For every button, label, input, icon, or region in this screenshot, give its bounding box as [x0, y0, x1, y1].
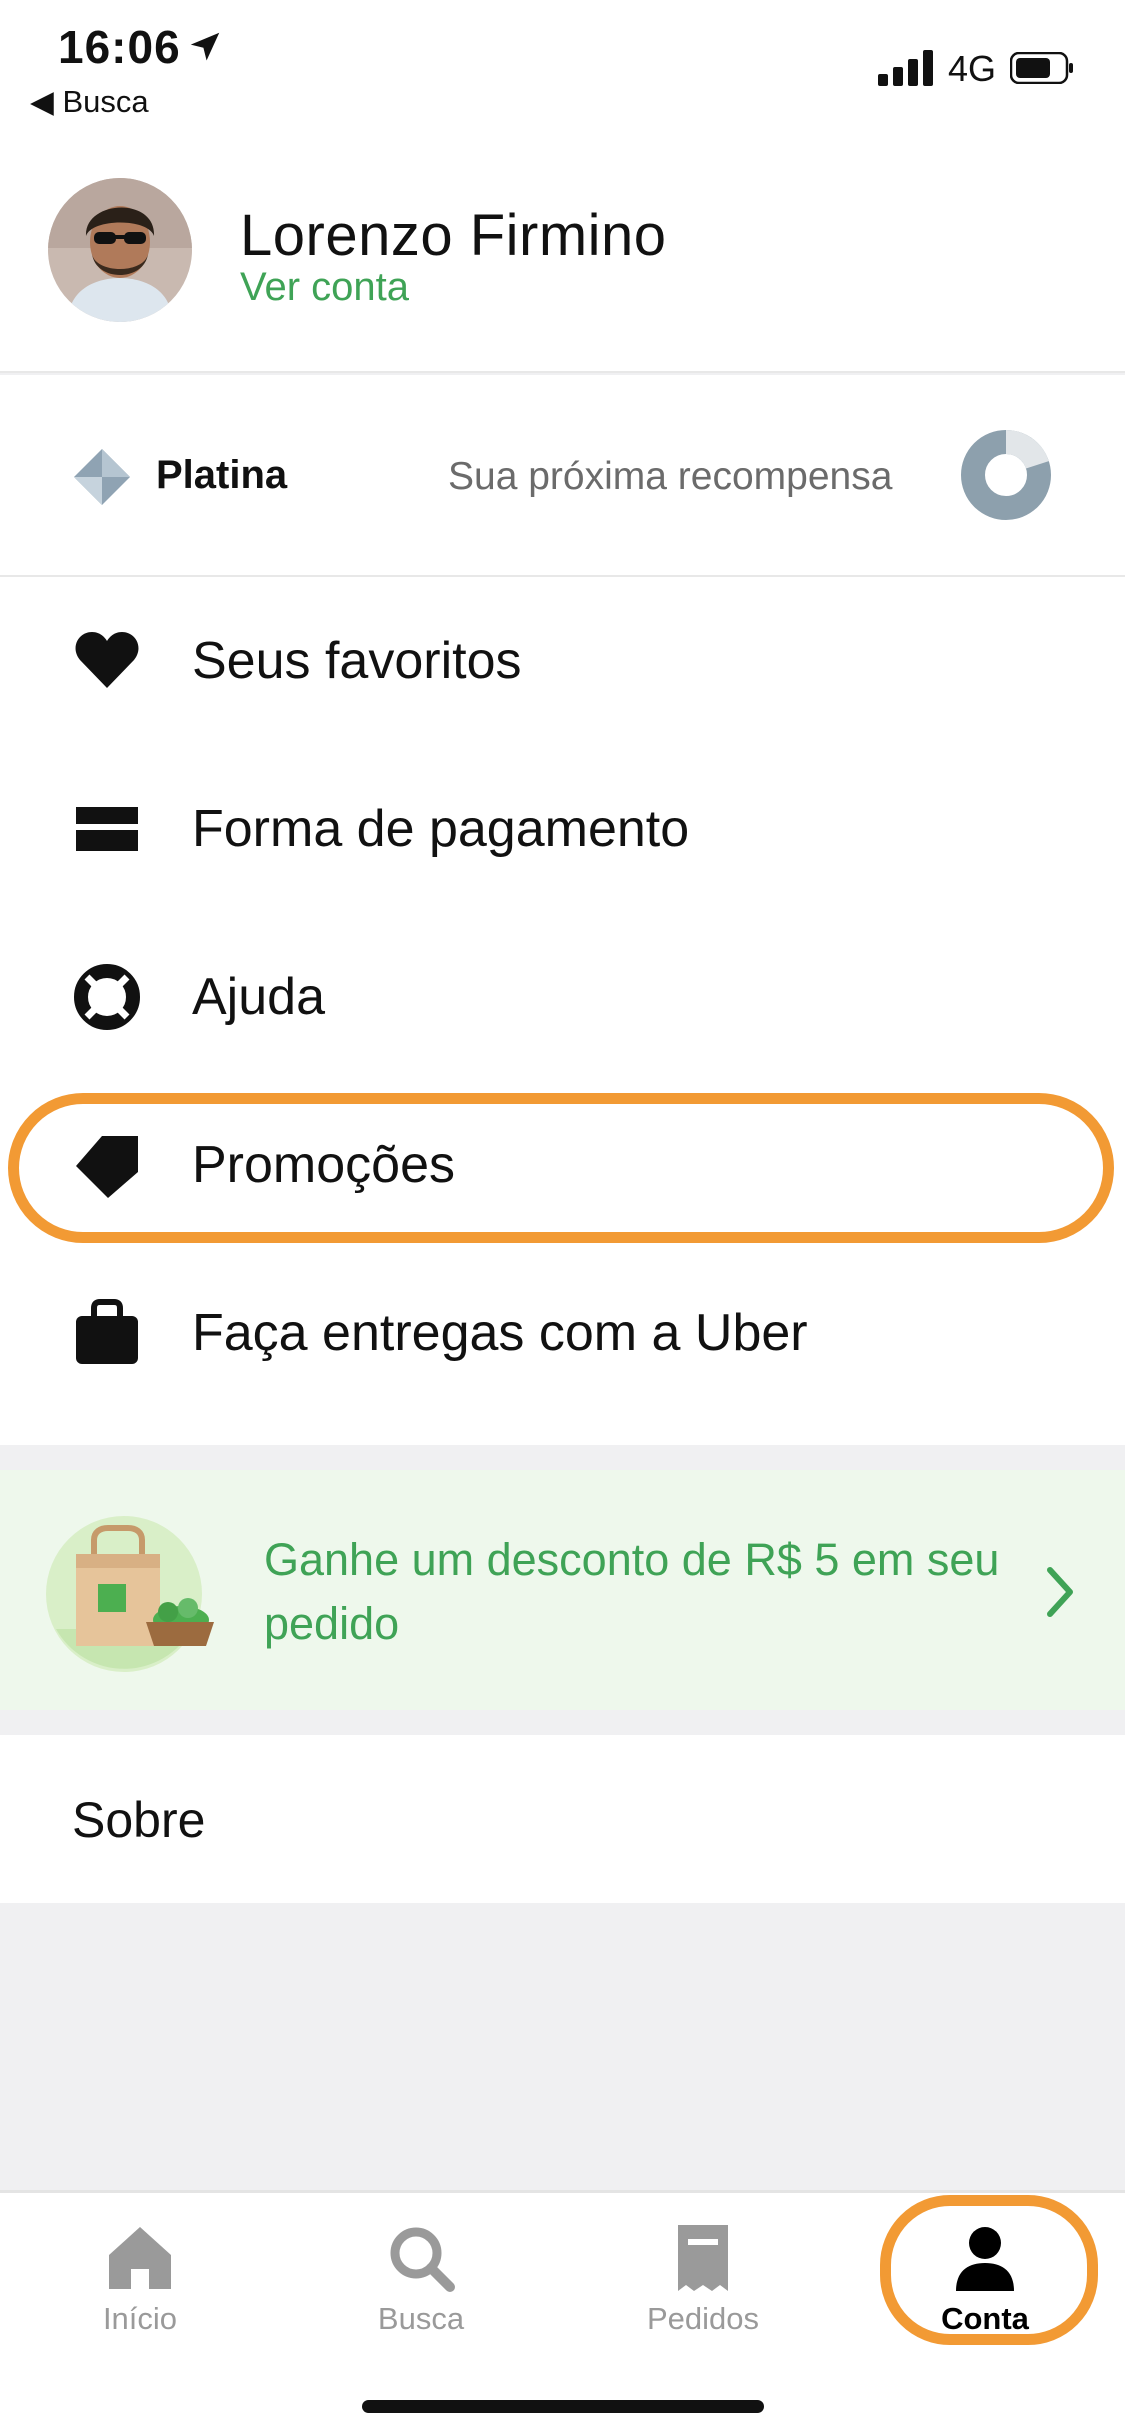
reward-tier: Platina	[156, 453, 288, 497]
menu-item-deliver[interactable]: Faça entregas com a Uber	[0, 1249, 1125, 1417]
menu-item-promotions[interactable]: Promoções	[0, 1081, 1125, 1249]
back-to-app-link[interactable]: ◀ Busca	[30, 84, 149, 120]
promo-banner[interactable]: Ganhe um desconto de R$ 5 em seu pedido	[0, 1470, 1125, 1710]
platinum-diamond-icon	[74, 449, 130, 505]
tab-label: Busca	[377, 2301, 465, 2336]
home-icon	[109, 2227, 171, 2289]
menu-item-help[interactable]: Ajuda	[0, 913, 1125, 1081]
reward-progress-ring	[961, 430, 1051, 520]
tag-icon	[76, 1136, 138, 1198]
credit-card-icon	[76, 807, 138, 851]
avatar-photo-icon	[48, 178, 192, 322]
location-arrow-icon	[190, 32, 220, 61]
rewards-row[interactable]: Platina Sua próxima recompensa	[0, 375, 1125, 577]
lifebuoy-icon	[74, 964, 140, 1030]
receipt-icon	[678, 2225, 728, 2291]
back-label: Busca	[62, 84, 149, 119]
promo-text: Ganhe um desconto de R$ 5 em seu pedido	[264, 1534, 1000, 1649]
tab-label: Pedidos	[646, 2301, 760, 2336]
menu-label: Ajuda	[192, 968, 325, 1026]
battery-icon	[1010, 52, 1073, 84]
home-indicator[interactable]	[362, 2400, 764, 2413]
cellular-signal-icon	[878, 50, 933, 86]
about-label: Sobre	[72, 1792, 206, 1848]
about-row[interactable]: Sobre	[0, 1735, 1125, 1903]
delivery-bag-icon	[76, 1299, 138, 1364]
tab-orders[interactable]: Pedidos	[603, 2213, 803, 2353]
status-time: 16:06	[58, 21, 181, 73]
menu-label: Faça entregas com a Uber	[192, 1304, 808, 1362]
menu-label: Seus favoritos	[192, 632, 522, 690]
chevron-right-icon	[1047, 1567, 1073, 1617]
menu-item-payment[interactable]: Forma de pagamento	[0, 745, 1125, 913]
profile-header[interactable]: Lorenzo Firmino Ver conta	[0, 130, 1125, 373]
menu-label: Forma de pagamento	[192, 800, 690, 858]
status-bar: 16:06 ◀ Busca 4G	[0, 0, 1125, 130]
back-triangle-icon: ◀	[30, 84, 63, 119]
menu-label: Promoções	[192, 1136, 455, 1194]
grocery-bag-illustration-icon	[46, 1516, 214, 1672]
tab-home[interactable]: Início	[40, 2213, 240, 2353]
tab-search[interactable]: Busca	[321, 2213, 521, 2353]
next-reward-label: Sua próxima recompensa	[448, 455, 893, 498]
network-type: 4G	[948, 48, 997, 89]
avatar[interactable]	[48, 178, 192, 322]
view-account-link[interactable]: Ver conta	[240, 265, 409, 310]
tab-label: Início	[102, 2301, 178, 2336]
account-menu: Seus favoritos Forma de pagamento Ajuda …	[0, 577, 1125, 1445]
search-icon	[390, 2227, 455, 2292]
heart-icon	[75, 632, 139, 688]
profile-name: Lorenzo Firmino	[240, 203, 667, 268]
menu-item-favorites[interactable]: Seus favoritos	[0, 577, 1125, 745]
account-tab-highlight-outline	[880, 2195, 1098, 2345]
